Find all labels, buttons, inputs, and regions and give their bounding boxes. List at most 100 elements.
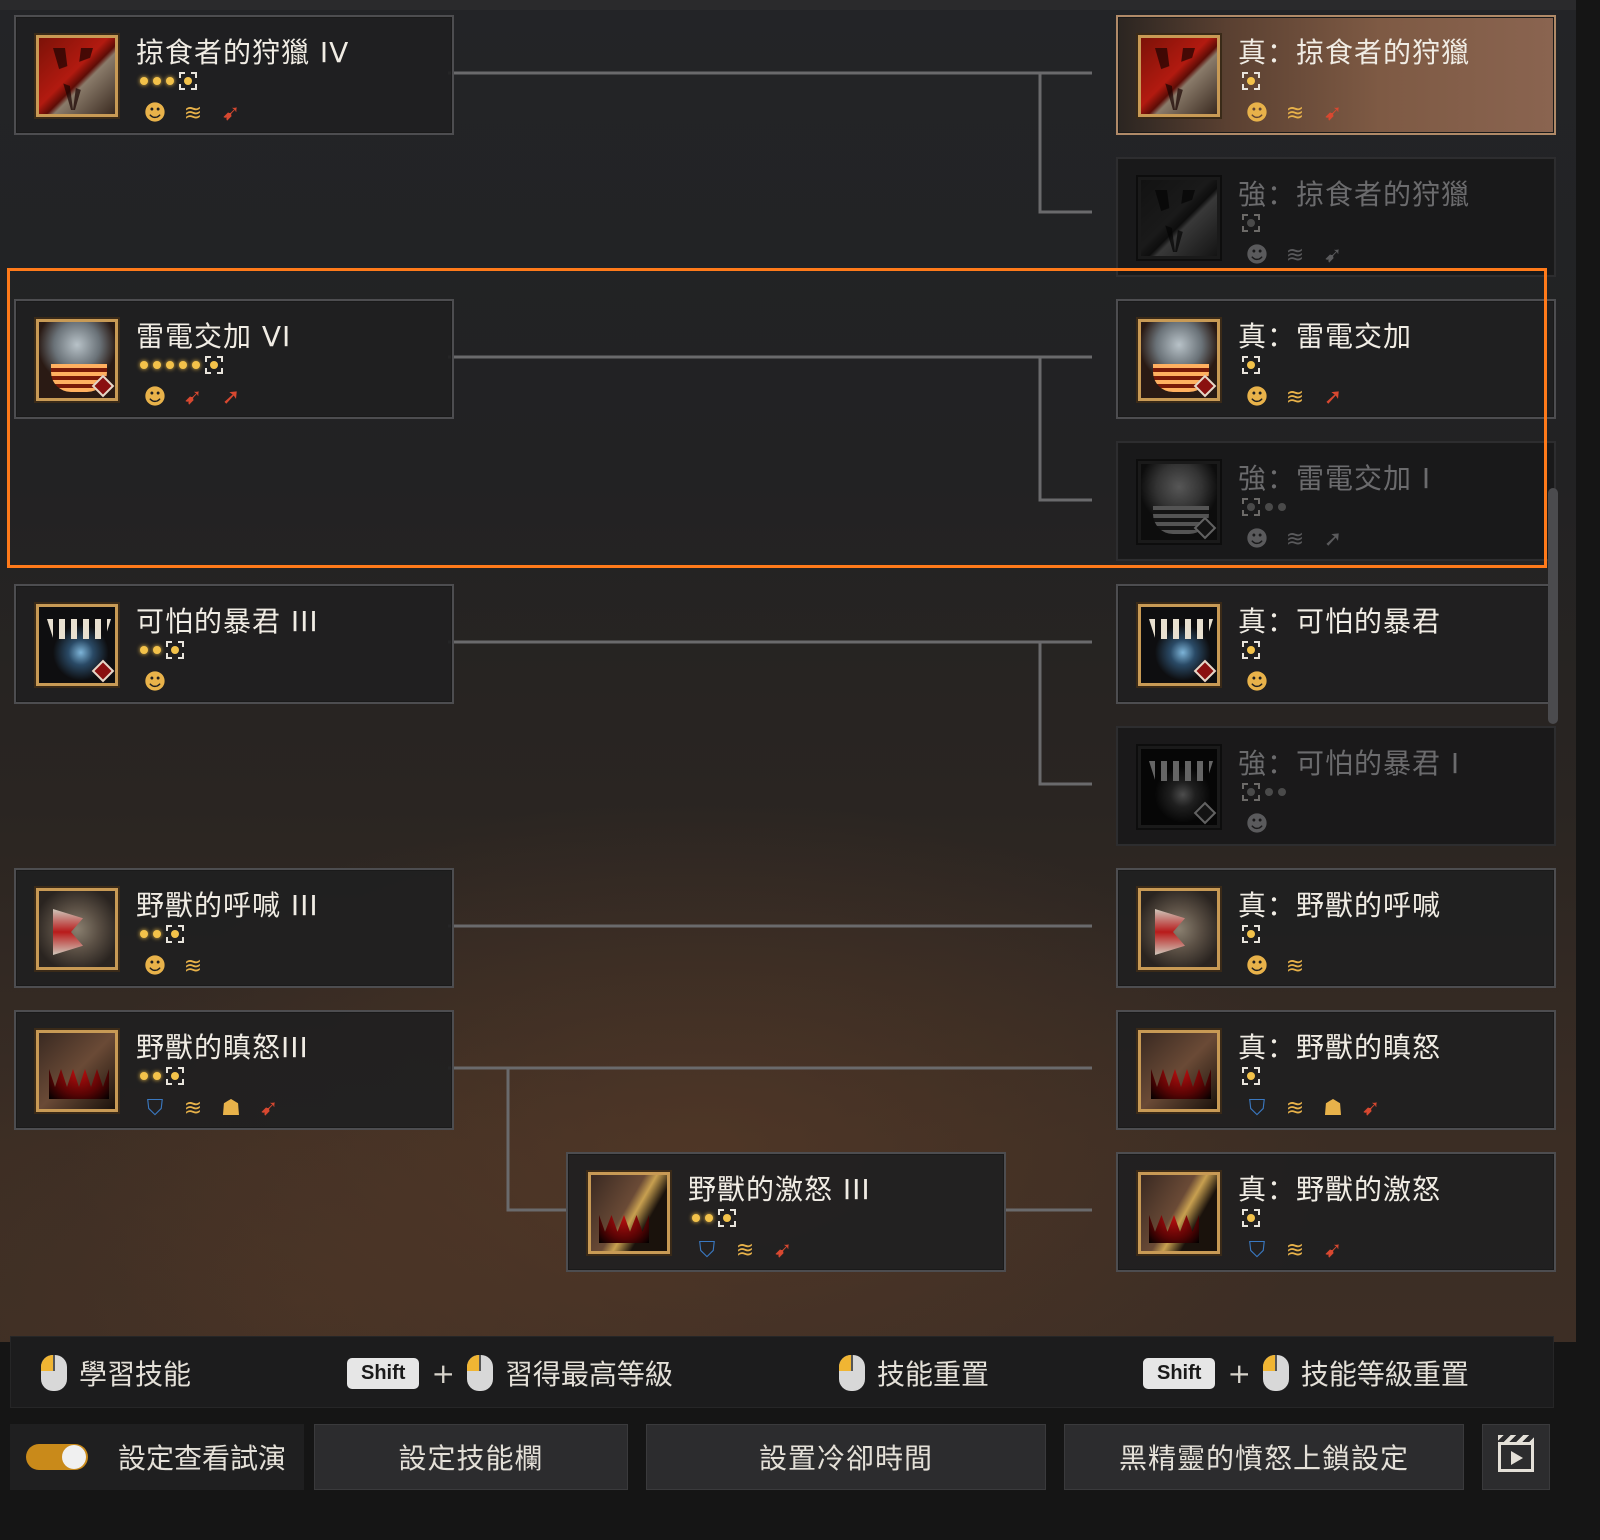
skill-node-tyrant[interactable]: 可怕的暴君 III ☻	[14, 584, 454, 704]
next-level-marker-icon	[1242, 1209, 1260, 1227]
hint-reset-level: Shift + 技能等級重置	[1143, 1351, 1469, 1395]
skill-attribute-tags: ☻ ➹ ➚	[138, 381, 248, 415]
dash-tag-icon: ➹	[183, 385, 203, 410]
connector-predator	[448, 71, 1092, 214]
rage-skill-art	[39, 1033, 115, 1109]
next-level-marker-icon	[166, 925, 184, 943]
skill-attribute-tags: ⛉ ≋ ➹	[1240, 1234, 1350, 1268]
shift-key: Shift	[1143, 1357, 1216, 1389]
preview-toggle-label: 設定查看試演	[118, 1442, 287, 1475]
skill-level-dots	[140, 355, 223, 375]
scrollbar-thumb[interactable]	[1548, 488, 1558, 724]
preview-toggle-switch[interactable]	[26, 1444, 88, 1470]
skill-icon	[1138, 604, 1220, 686]
next-level-marker-icon	[179, 72, 197, 90]
skill-name: 真：掠食者的狩獵	[1238, 36, 1471, 69]
skill-level-dots	[140, 640, 184, 660]
skill-level-dots	[1242, 497, 1286, 517]
skill-icon	[1138, 319, 1220, 401]
skill-level-dots	[1242, 924, 1260, 944]
dash-tag-icon: ➹	[221, 101, 241, 126]
skill-name: 真：野獸的呼喊	[1238, 889, 1442, 922]
plus-sign: +	[431, 1356, 455, 1390]
head-tag-icon: ☻	[1245, 812, 1269, 837]
level-dot	[153, 930, 161, 938]
skill-node-true-tyrant[interactable]: 真：可怕的暴君 ☻	[1116, 584, 1556, 704]
next-level-marker-icon	[205, 356, 223, 374]
next-level-marker-icon	[166, 641, 184, 659]
next-level-marker-icon	[1242, 214, 1260, 232]
skill-node-roar[interactable]: 野獸的呼喊 III ☻ ≋	[14, 868, 454, 988]
next-level-marker-icon	[1242, 641, 1260, 659]
right-click-icon	[839, 1355, 865, 1391]
hint-label: 學習技能	[79, 1358, 192, 1391]
level-dot	[140, 361, 148, 369]
move-tag-icon: ≋	[183, 1096, 203, 1121]
skill-name: 強：可怕的暴君 I	[1238, 747, 1461, 780]
connector-tyrant	[448, 640, 1092, 786]
skill-icon	[36, 888, 118, 970]
level-dot	[153, 361, 161, 369]
claw-skill-art	[1141, 38, 1217, 114]
dash-tag-icon: ➹	[1323, 101, 1343, 126]
claw-skill-art	[39, 38, 115, 114]
head-tag-icon: ☻	[143, 101, 167, 126]
next-level-marker-icon	[718, 1209, 736, 1227]
skill-icon	[1138, 461, 1220, 543]
skill-name: 可怕的暴君 III	[136, 605, 319, 638]
level-dot	[140, 1072, 148, 1080]
head-tag-icon: ☻	[143, 385, 167, 410]
skill-node-strong-tyrant[interactable]: 強：可怕的暴君 I ☻	[1116, 726, 1556, 846]
skill-level-dots	[1242, 71, 1260, 91]
skill-node-rage[interactable]: 野獸的瞋怒III ⛉ ≋ ☗ ➹	[14, 1010, 454, 1130]
footer-bar: 設定查看試演 設定技能欄 設置冷卻時間 黑精靈的憤怒上鎖設定	[0, 1420, 1600, 1540]
skill-node-true-fury[interactable]: 真：野獸的激怒 ⛉ ≋ ➹	[1116, 1152, 1556, 1272]
shield-tag-icon: ⛉	[1248, 1096, 1266, 1121]
skill-level-dots	[1242, 782, 1286, 802]
head-tag-icon: ☻	[143, 954, 167, 979]
shield-tag-icon: ⛉	[1248, 1238, 1266, 1263]
move-tag-icon: ≋	[183, 101, 203, 126]
set-cooldown-button[interactable]: 設置冷卻時間	[646, 1424, 1046, 1490]
skill-node-predator[interactable]: 掠食者的狩獵 IV ☻ ≋ ➹	[14, 15, 454, 135]
control-hints-bar: 學習技能 Shift + 習得最高等級 技能重置 Shift + 技能等級重置	[10, 1336, 1554, 1408]
skill-node-strong-thunder[interactable]: 強：雷電交加 I ☻ ≋ ➚	[1116, 441, 1556, 561]
level-dot	[166, 77, 174, 85]
skill-node-true-thunder[interactable]: 真：雷電交加 ☻ ≋ ➚	[1116, 299, 1556, 419]
dark-elf-lock-button[interactable]: 黑精靈的憤怒上鎖設定	[1064, 1424, 1464, 1490]
skill-attribute-tags: ☻ ≋ ➹	[138, 97, 248, 131]
skill-attribute-tags: ⛉ ≋ ☗ ➹	[1240, 1092, 1388, 1126]
skill-attribute-tags: ☻ ≋ ➚	[1240, 523, 1350, 557]
next-level-marker-icon	[1242, 783, 1260, 801]
move-tag-icon: ≋	[1285, 527, 1305, 552]
skill-attribute-tags: ☻ ≋ ➹	[1240, 97, 1350, 131]
skill-level-dots	[692, 1208, 736, 1228]
move-tag-icon: ≋	[1285, 1238, 1305, 1263]
skill-level-dots	[1242, 1208, 1260, 1228]
skill-level-dots	[1242, 640, 1260, 660]
move-tag-icon: ≋	[1285, 243, 1305, 268]
head-tag-icon: ☻	[1245, 385, 1269, 410]
skill-node-fury[interactable]: 野獸的激怒 III ⛉ ≋ ➹	[566, 1152, 1006, 1272]
fury-skill-art	[1141, 1175, 1217, 1251]
hint-max-level: Shift + 習得最高等級	[347, 1351, 673, 1395]
skill-node-true-roar[interactable]: 真：野獸的呼喊 ☻ ≋	[1116, 868, 1556, 988]
skill-node-strong-predator[interactable]: 強：掠食者的狩獵 ☻ ≋ ➹	[1116, 157, 1556, 277]
head-tag-icon: ☻	[1245, 954, 1269, 979]
claw-skill-art	[1141, 180, 1217, 256]
skill-name: 強：雷電交加 I	[1238, 462, 1432, 495]
skill-node-true-rage[interactable]: 真：野獸的瞋怒 ⛉ ≋ ☗ ➹	[1116, 1010, 1556, 1130]
skill-node-thunder[interactable]: 雷電交加 VI ☻ ➹ ➚	[14, 299, 454, 419]
dash-tag-icon: ➹	[259, 1096, 279, 1121]
right-click-icon	[1262, 1355, 1289, 1391]
skill-node-true-predator[interactable]: 真：掠食者的狩獵 ☻ ≋ ➹	[1116, 15, 1556, 135]
skill-level-dots	[1242, 1066, 1260, 1086]
video-preview-button[interactable]	[1482, 1424, 1550, 1490]
people-tag-icon: ☗	[221, 1096, 241, 1121]
skill-level-dots	[1242, 213, 1260, 233]
skill-level-dots	[140, 71, 197, 91]
shift-key: Shift	[347, 1357, 420, 1389]
dash-tag-icon: ➹	[1323, 1238, 1343, 1263]
set-skillbar-button[interactable]: 設定技能欄	[314, 1424, 628, 1490]
skill-icon	[1138, 177, 1220, 259]
